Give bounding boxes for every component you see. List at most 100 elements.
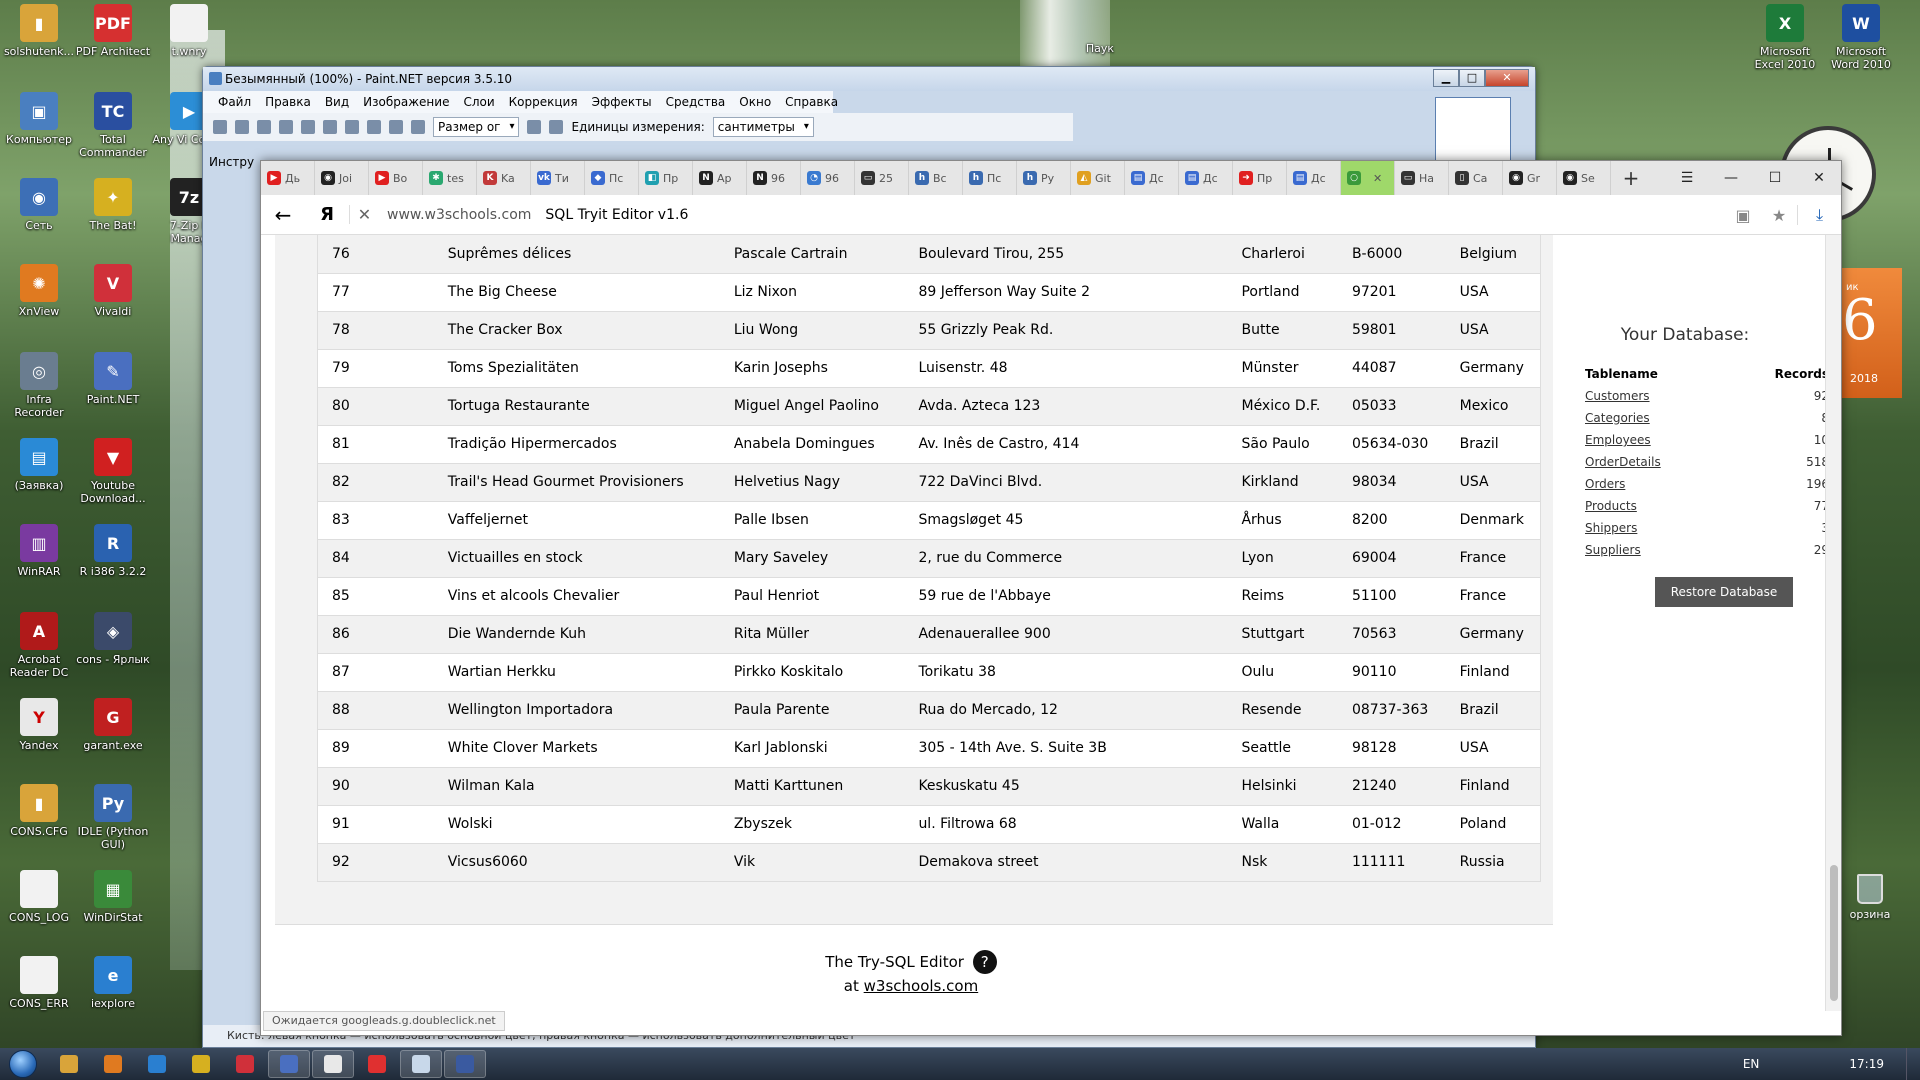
new-file-icon[interactable]: [213, 120, 227, 134]
tray-clock[interactable]: 17:19: [1849, 1057, 1884, 1071]
print-icon[interactable]: [279, 120, 293, 134]
browser-tab[interactable]: h Вс: [909, 161, 963, 195]
cut-icon[interactable]: [301, 120, 315, 134]
new-tab-button[interactable]: +: [1611, 166, 1651, 190]
stop-loading-icon[interactable]: ✕: [349, 205, 379, 224]
paintnet-menu-item[interactable]: Изображение: [356, 95, 456, 109]
taskbar-app-button[interactable]: [224, 1050, 266, 1078]
desktop-icon[interactable]: ▦ WinDirStat: [74, 870, 152, 924]
back-arrow-icon[interactable]: ←: [261, 203, 305, 227]
maximize-button[interactable]: □: [1459, 69, 1485, 87]
browser-tab[interactable]: ▶ Дь: [261, 161, 315, 195]
browser-tab[interactable]: K Ka: [477, 161, 531, 195]
maximize-button[interactable]: ☐: [1753, 161, 1797, 195]
desktop-icon[interactable]: ▮ CONS.CFG: [0, 784, 78, 838]
browser-tab[interactable]: h Пс: [963, 161, 1017, 195]
recycle-bin[interactable]: орзина: [1840, 874, 1900, 921]
url-page-title[interactable]: SQL Tryit Editor v1.6: [545, 207, 688, 223]
paintnet-titlebar[interactable]: Безымянный (100%) - Paint.NET версия 3.5…: [203, 67, 1535, 91]
copy-icon[interactable]: [323, 120, 337, 134]
desktop-icon[interactable]: CONS_LOG: [0, 870, 78, 924]
browser-tab[interactable]: ◆ Пс: [585, 161, 639, 195]
paintnet-menu-item[interactable]: Окно: [732, 95, 778, 109]
browser-tab[interactable]: ◭ Git: [1071, 161, 1125, 195]
taskbar-app-button[interactable]: [356, 1050, 398, 1078]
desktop-icon[interactable]: ▣ Компьютер: [0, 92, 78, 146]
zoom-size-select[interactable]: Размер ог: [433, 117, 520, 137]
undo-icon[interactable]: [367, 120, 381, 134]
browser-tab[interactable]: ◉ Gr: [1503, 161, 1557, 195]
desktop-icon[interactable]: ▮ solshutenk...: [0, 4, 78, 58]
desktop-icon[interactable]: TC Total Commander: [74, 92, 152, 159]
paste-icon[interactable]: [345, 120, 359, 134]
browser-tab[interactable]: ✱ tes: [423, 161, 477, 195]
page-scrollbar[interactable]: [1825, 235, 1841, 1011]
close-button[interactable]: ✕: [1485, 69, 1529, 87]
grid-icon[interactable]: [527, 120, 542, 134]
desktop-icon[interactable]: V Vivaldi: [74, 264, 152, 318]
desktop-icon[interactable]: R R i386 3.2.2: [74, 524, 152, 578]
paintnet-menu-item[interactable]: Эффекты: [585, 95, 659, 109]
ruler-icon[interactable]: [549, 120, 564, 134]
close-button[interactable]: ✕: [1797, 161, 1841, 195]
menu-icon[interactable]: ☰: [1665, 161, 1709, 195]
desktop-icon[interactable]: Ggarant.exe: [74, 698, 152, 752]
paintnet-menu-item[interactable]: Файл: [211, 95, 258, 109]
desktop-icon[interactable]: ◉ Сеть: [0, 178, 78, 232]
browser-tab[interactable]: ▭ 25: [855, 161, 909, 195]
desktop-icon[interactable]: t.wnry: [150, 4, 228, 58]
browser-tab[interactable]: ▤ Дс: [1179, 161, 1233, 195]
w3schools-link[interactable]: w3schools.com: [864, 977, 979, 995]
desktop-icon[interactable]: ◎ Infra Recorder: [0, 352, 78, 419]
desktop-icon[interactable]: W Microsoft Word 2010: [1822, 4, 1900, 71]
redo-icon[interactable]: [389, 120, 403, 134]
browser-tab[interactable]: ◧ Пр: [639, 161, 693, 195]
database-table-link[interactable]: Products: [1585, 499, 1637, 513]
download-icon[interactable]: ⤓: [1797, 205, 1841, 225]
browser-tab[interactable]: ▭ На: [1395, 161, 1449, 195]
desktop-icon[interactable]: Y Yandex: [0, 698, 78, 752]
database-table-link[interactable]: Shippers: [1585, 521, 1637, 535]
tab-active[interactable]: ○ ✕: [1341, 161, 1395, 195]
database-table-link[interactable]: Customers: [1585, 389, 1650, 403]
database-table-link[interactable]: Suppliers: [1585, 543, 1641, 557]
browser-tab[interactable]: ◔ 96: [801, 161, 855, 195]
bookmark-star-icon[interactable]: ★: [1761, 206, 1797, 225]
desktop-icon[interactable]: ◈ cons - Ярлык: [74, 612, 152, 666]
scrollbar-thumb[interactable]: [1830, 865, 1838, 1001]
minimize-button[interactable]: —: [1709, 161, 1753, 195]
tab-close-icon[interactable]: ✕: [1373, 172, 1382, 185]
desktop-icon[interactable]: ✎ Paint.NET: [74, 352, 152, 406]
lock-icon[interactable]: ▣: [1725, 206, 1761, 225]
restore-database-button[interactable]: Restore Database: [1655, 577, 1793, 607]
browser-window[interactable]: ▶ Дь ◉ Joi ▶ Во ✱ tes K Ka vk Ти ◆ Пс ◧ Пр N Ар N 96 ◔ 96 ▭ 25 h…: [260, 160, 1842, 1036]
minimize-button[interactable]: ▁: [1433, 69, 1459, 87]
url-domain[interactable]: www.w3schools.com: [387, 207, 531, 223]
taskbar-app-button[interactable]: [136, 1050, 178, 1078]
browser-tab[interactable]: N Ар: [693, 161, 747, 195]
start-button[interactable]: [0, 1048, 46, 1080]
save-icon[interactable]: [257, 120, 271, 134]
desktop-icon[interactable]: Py IDLE (Python GUI): [74, 784, 152, 851]
browser-tab[interactable]: ▤ Дс: [1287, 161, 1341, 195]
units-select[interactable]: сантиметры: [712, 117, 814, 137]
taskbar-app-button[interactable]: [268, 1050, 310, 1078]
taskbar-app-button[interactable]: [92, 1050, 134, 1078]
paintnet-navigator-thumbnail[interactable]: [1435, 97, 1511, 161]
help-icon[interactable]: ?: [972, 950, 997, 974]
desktop-icon[interactable]: ✺ XnView: [0, 264, 78, 318]
database-table-link[interactable]: Categories: [1585, 411, 1650, 425]
browser-tab[interactable]: ▤ Дс: [1125, 161, 1179, 195]
desktop-icon[interactable]: ▤ (Заявка): [0, 438, 78, 492]
desktop-icon[interactable]: ▼ Youtube Download...: [74, 438, 152, 505]
taskbar-app-button[interactable]: [312, 1050, 354, 1078]
browser-tab[interactable]: ➜ Пр: [1233, 161, 1287, 195]
zoom-icon[interactable]: [411, 120, 425, 134]
yandex-logo-icon[interactable]: Я: [305, 204, 349, 225]
taskbar-app-button[interactable]: [444, 1050, 486, 1078]
browser-tab[interactable]: ▶ Во: [369, 161, 423, 195]
open-file-icon[interactable]: [235, 120, 249, 134]
desktop-icon[interactable]: ✦ The Bat!: [74, 178, 152, 232]
browser-tab[interactable]: N 96: [747, 161, 801, 195]
desktop-icon[interactable]: A Acrobat Reader DC: [0, 612, 78, 679]
